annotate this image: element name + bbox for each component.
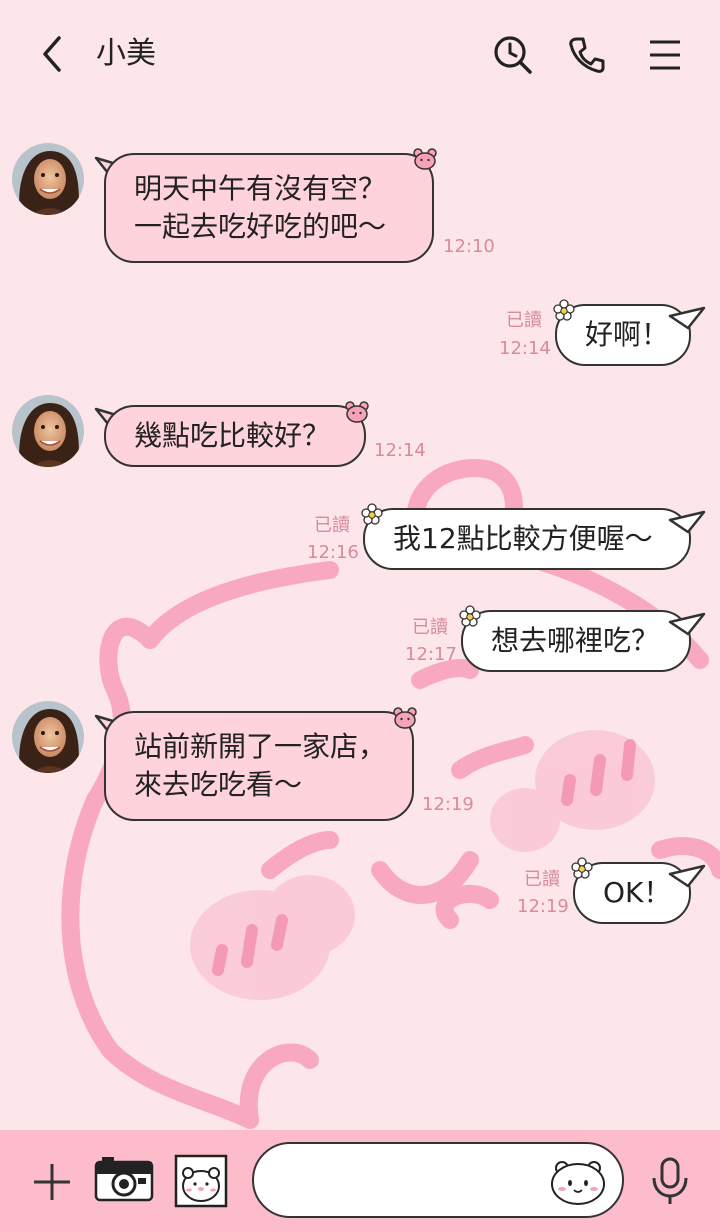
plus-icon[interactable] [30, 1160, 74, 1204]
read-receipt: 已讀 [314, 515, 350, 536]
search-history-icon[interactable] [490, 32, 536, 78]
phone-icon[interactable] [564, 32, 610, 78]
image-icon[interactable] [174, 1154, 228, 1208]
message-time: 12:10 [443, 236, 495, 257]
message-text: 好啊！ [585, 318, 670, 351]
message-bubble-incoming[interactable]: 幾點吃比較好？ [104, 405, 366, 467]
bear-sticker-icon [345, 401, 369, 423]
message-time: 12:19 [422, 794, 474, 815]
message-text: 幾點吃比較好？ [134, 419, 331, 452]
camera-icon[interactable] [94, 1154, 154, 1204]
message-time: 12:14 [374, 440, 426, 461]
bear-sticker-icon [393, 707, 417, 729]
message-text: 站前新開了一家店， [134, 730, 387, 763]
back-chevron-icon[interactable] [30, 32, 74, 76]
message-text: 來去吃吃看～ [134, 768, 303, 801]
message-text: 明天中午有沒有空？ [134, 172, 387, 205]
contact-name: 小美 [96, 36, 156, 71]
read-receipt: 已讀 [412, 617, 448, 638]
message-text: OK！ [603, 876, 672, 909]
chat-header: 小美 [0, 0, 720, 110]
message-text: 一起去吃好吃的吧～ [134, 210, 387, 243]
flower-sticker-icon [361, 503, 383, 525]
message-time: 12:17 [405, 644, 457, 665]
contact-avatar[interactable] [12, 395, 84, 467]
contact-avatar[interactable] [12, 143, 84, 215]
flower-sticker-icon [459, 605, 481, 627]
read-receipt: 已讀 [506, 310, 542, 331]
menu-icon[interactable] [642, 32, 688, 78]
bubble-tail [668, 306, 706, 330]
contact-avatar[interactable] [12, 701, 84, 773]
bubble-tail [668, 612, 706, 636]
read-receipt: 已讀 [524, 869, 560, 890]
bubble-tail [668, 510, 706, 534]
message-text: 想去哪裡吃？ [491, 624, 660, 657]
message-bubble-outgoing[interactable]: 想去哪裡吃？ [461, 610, 691, 672]
message-bubble-incoming[interactable]: 站前新開了一家店， 來去吃吃看～ [104, 711, 414, 821]
microphone-icon[interactable] [648, 1156, 692, 1206]
emoji-icon[interactable] [548, 1156, 608, 1206]
message-time: 12:16 [307, 542, 359, 563]
message-bubble-outgoing[interactable]: 我12點比較方便喔～ [363, 508, 691, 570]
bear-sticker-icon [413, 148, 437, 170]
bubble-tail [668, 864, 706, 888]
flower-sticker-icon [571, 857, 593, 879]
message-bubble-incoming[interactable]: 明天中午有沒有空？ 一起去吃好吃的吧～ [104, 153, 434, 263]
message-time: 12:19 [517, 896, 569, 917]
message-time: 12:14 [499, 338, 551, 359]
message-text: 我12點比較方便喔～ [393, 522, 653, 555]
flower-sticker-icon [553, 299, 575, 321]
